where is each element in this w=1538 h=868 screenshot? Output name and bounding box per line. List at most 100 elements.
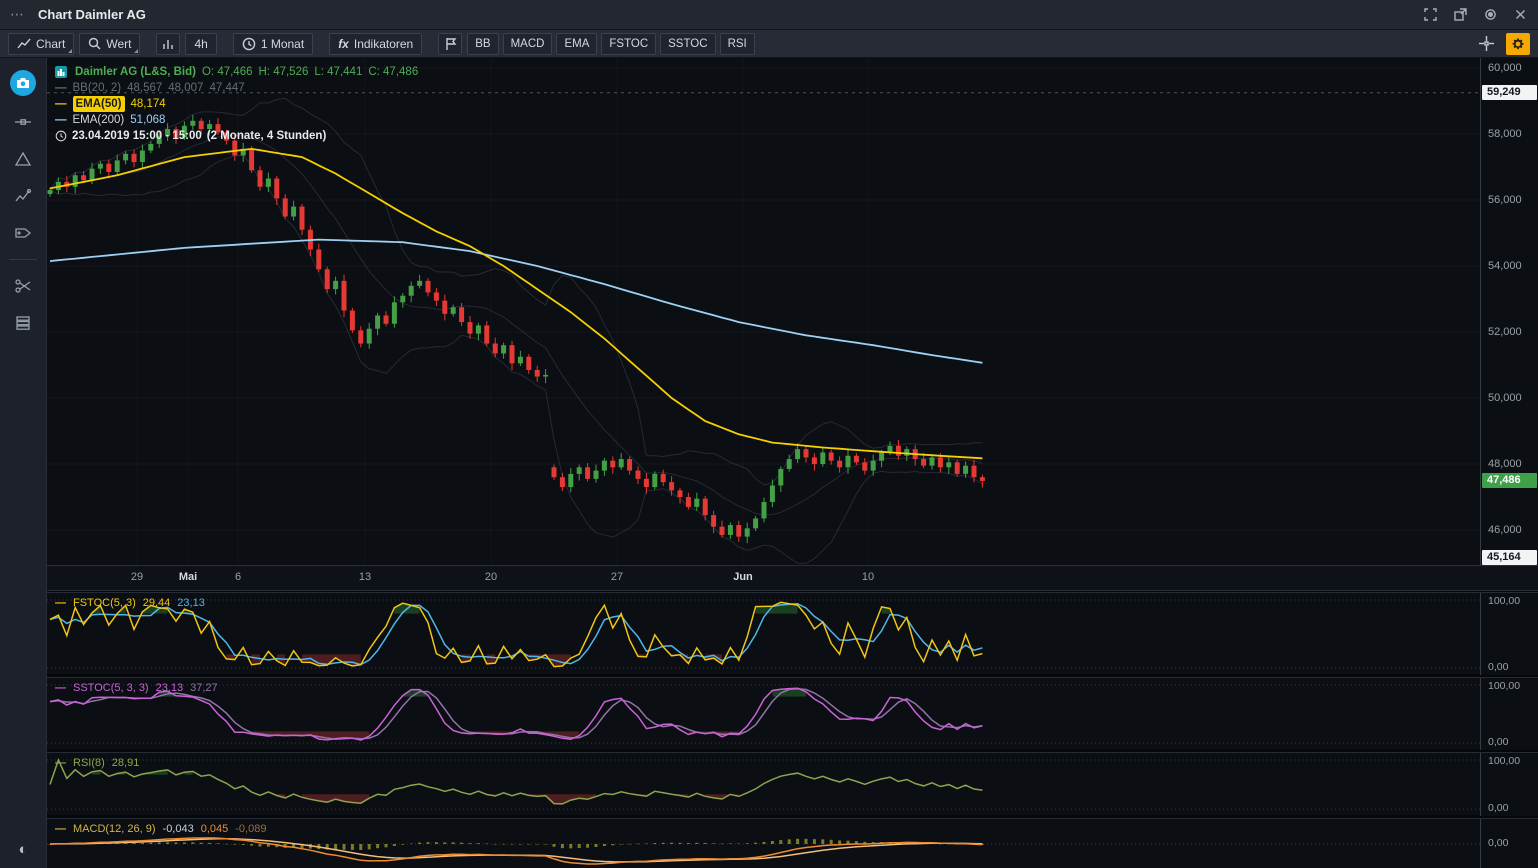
bb-swatch-icon: — [55, 80, 67, 96]
time-axis[interactable]: 29Mai6132027Jun10 [47, 565, 1538, 591]
instrument-search-button[interactable]: Wert [79, 33, 140, 55]
titlebar: ⋯ Chart Daimler AG [0, 0, 1538, 30]
time-tick: 13 [359, 571, 371, 583]
horizontal-line-tool-icon[interactable] [12, 111, 34, 133]
sidebar-divider [9, 259, 37, 260]
crosshair-icon [1479, 36, 1494, 51]
fstoc-panel: — FSTOC(5, 3) 29,44 23,13 100,00 0,00 [47, 592, 1538, 674]
flag-icon [444, 37, 457, 51]
clock-icon [242, 37, 256, 51]
macd-signal-value: 0,045 [201, 823, 229, 835]
rsi-plot[interactable] [47, 753, 1480, 816]
macd-legend-name[interactable]: MACD(12, 26, 9) [73, 823, 156, 835]
bar-style-button[interactable] [156, 33, 180, 55]
rsi-legend: — RSI(8) 28,91 [55, 757, 139, 769]
sstoc-panel: — SSTOC(5, 3, 3) 23,13 37,27 100,00 0,00 [47, 677, 1538, 749]
bb-lower-value: 47,447 [209, 80, 244, 96]
ema200-legend-name[interactable]: EMA(200) [73, 112, 125, 128]
chart-window: ⋯ Chart Daimler AG Chart Wert 4h 1 Mona [0, 0, 1538, 868]
toolbar: Chart Wert 4h 1 Monat fx Indikatoren BBM… [0, 30, 1538, 58]
chart-legend: Daimler AG (L&S, Bid) O: 47,466 H: 47,52… [55, 64, 418, 144]
time-tick: Mai [179, 571, 197, 583]
ema50-value: 48,174 [131, 96, 166, 112]
macd-axis-zero: 0,00 [1488, 837, 1508, 849]
indicator-shortcut-rsi[interactable]: RSI [720, 33, 755, 55]
drawing-tools-sidebar: ◐ [0, 58, 47, 868]
indicator-shortcut-ema[interactable]: EMA [556, 33, 597, 55]
bb-legend-name[interactable]: BB(20, 2) [73, 80, 122, 96]
price-tick: 46,000 [1488, 523, 1522, 538]
ohlc-open: O: 47,466 [202, 64, 253, 80]
settings-button[interactable] [1506, 33, 1530, 55]
fstoc-d-value: 23,13 [177, 597, 205, 609]
macd-hist-value: -0,089 [235, 823, 266, 835]
fstoc-swatch-icon: — [55, 597, 66, 609]
rsi-legend-name[interactable]: RSI(8) [73, 757, 105, 769]
price-tick: 60,000 [1488, 61, 1522, 76]
low-price-marker: 45,164 [1482, 550, 1537, 565]
period-button[interactable]: 1 Monat [233, 33, 313, 55]
indicator-shortcut-sstoc[interactable]: SSTOC [660, 33, 715, 55]
sstoc-axis-bottom: 0,00 [1488, 736, 1508, 748]
rsi-panel: — RSI(8) 28,91 100,00 0,00 [47, 752, 1538, 815]
time-tick: 20 [485, 571, 497, 583]
overflow-menu-icon[interactable]: ⋯ [10, 6, 26, 23]
ema50-legend-name[interactable]: EMA(50) [73, 96, 125, 112]
time-tick: 6 [235, 571, 241, 583]
indicator-shortcut-bb[interactable]: BB [467, 33, 498, 55]
cut-tool-icon[interactable] [12, 275, 34, 297]
fstoc-plot[interactable] [47, 593, 1480, 675]
clock-icon [55, 130, 67, 142]
close-icon[interactable] [1514, 8, 1528, 22]
screenshot-camera-icon[interactable] [10, 70, 36, 96]
rsi-value: 28,91 [112, 757, 140, 769]
bb-middle-value: 48,007 [168, 80, 203, 96]
sstoc-plot[interactable] [47, 678, 1480, 750]
record-icon[interactable] [1484, 8, 1498, 22]
fstoc-axis-top: 100,00 [1488, 595, 1520, 607]
trend-edit-tool-icon[interactable] [12, 185, 34, 207]
time-tick: Jun [733, 571, 753, 583]
bookmark-button[interactable] [438, 33, 462, 55]
macd-swatch-icon: — [55, 823, 66, 835]
ohlc-high: H: 47,526 [259, 64, 309, 80]
ema200-value: 51,068 [130, 112, 165, 128]
time-tick: 29 [131, 571, 143, 583]
popout-icon[interactable] [1454, 8, 1468, 22]
theme-contrast-toggle-icon[interactable]: ◐ [18, 841, 27, 858]
price-tick: 56,000 [1488, 193, 1522, 208]
instrument-name[interactable]: Daimler AG (L&S, Bid) [75, 64, 196, 80]
triangle-tool-icon[interactable] [12, 148, 34, 170]
window-controls [1424, 8, 1528, 22]
dropdown-corner-icon [134, 49, 138, 53]
macd-value: -0,043 [163, 823, 194, 835]
time-tick: 10 [862, 571, 874, 583]
ema200-swatch-icon: — [55, 112, 67, 128]
indicator-shortcut-fstoc[interactable]: FSTOC [601, 33, 656, 55]
chart-button-label: Chart [36, 37, 65, 51]
layers-tool-icon[interactable] [12, 312, 34, 334]
sstoc-axis: 100,00 0,00 [1480, 678, 1538, 750]
fstoc-k-value: 29,44 [143, 597, 171, 609]
ohlc-low: L: 47,441 [314, 64, 362, 80]
interval-button[interactable]: 4h [185, 33, 216, 55]
bb-upper-value: 48,567 [127, 80, 162, 96]
line-chart-icon [17, 37, 31, 50]
indicator-shortcut-macd[interactable]: MACD [503, 33, 553, 55]
indicators-button[interactable]: fx Indikatoren [329, 33, 422, 55]
crosshair-link-button[interactable] [1474, 33, 1498, 55]
price-tag-tool-icon[interactable] [12, 222, 34, 244]
ohlc-close: C: 47,486 [368, 64, 418, 80]
rsi-axis: 100,00 0,00 [1480, 753, 1538, 816]
chart-type-button[interactable]: Chart [8, 33, 74, 55]
fullscreen-icon[interactable] [1424, 8, 1438, 22]
sstoc-legend-name[interactable]: SSTOC(5, 3, 3) [73, 682, 149, 694]
gear-icon [1511, 37, 1525, 51]
price-tick: 52,000 [1488, 325, 1522, 340]
price-tick: 54,000 [1488, 259, 1522, 274]
price-axis[interactable]: 60,00058,00056,00054,00052,00050,00048,0… [1480, 58, 1538, 565]
fstoc-legend-name[interactable]: FSTOC(5, 3) [73, 597, 136, 609]
price-tick: 48,000 [1488, 457, 1522, 472]
price-tick: 58,000 [1488, 127, 1522, 142]
high-price-marker: 59,249 [1482, 85, 1537, 100]
